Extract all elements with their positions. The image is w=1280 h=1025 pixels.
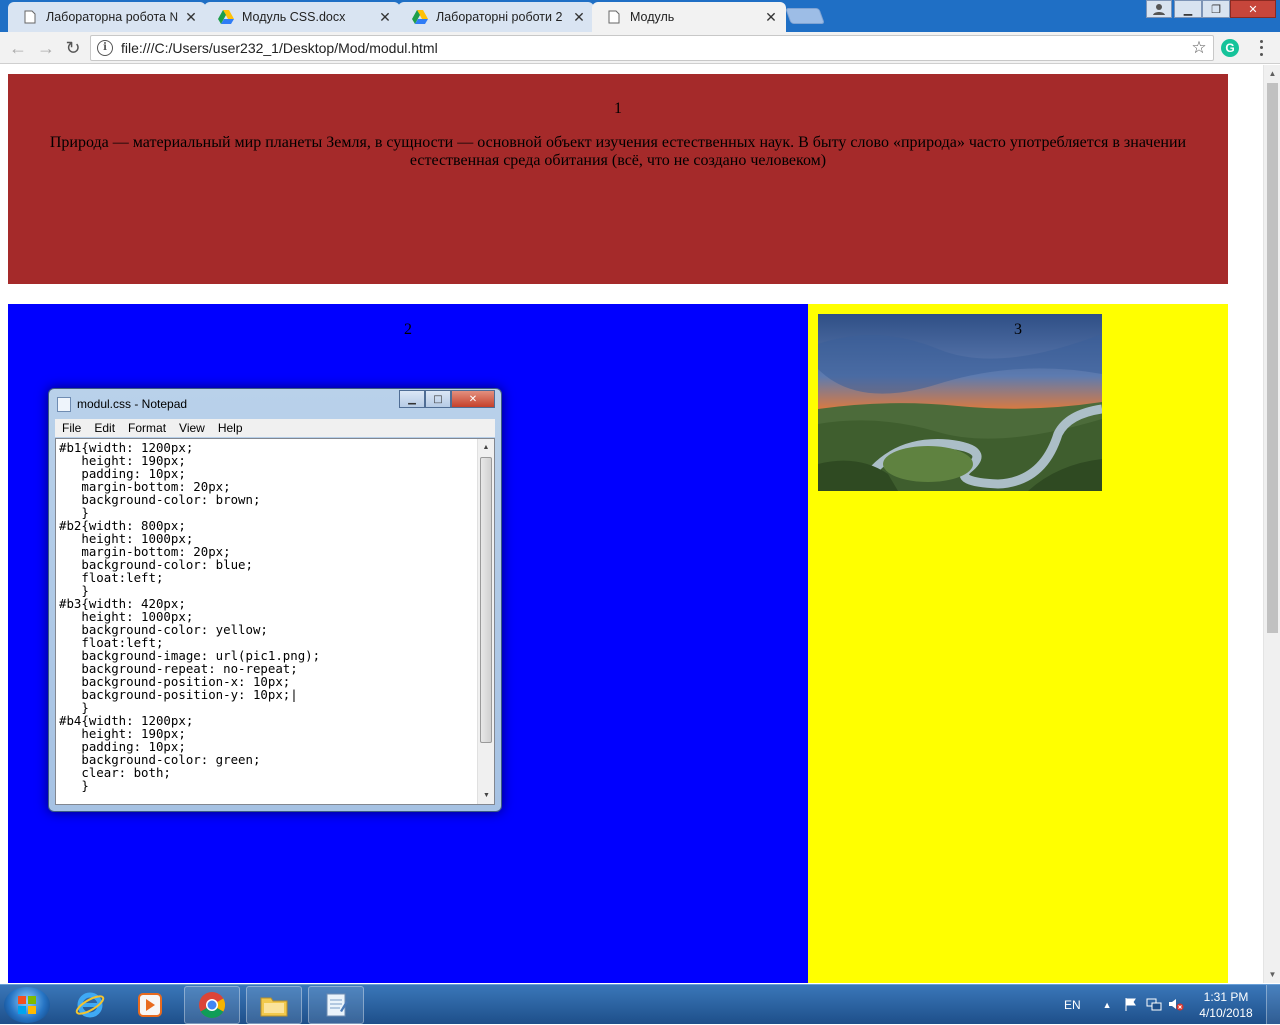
- url-text: file:///C:/Users/user232_1/Desktop/Mod/m…: [121, 40, 438, 56]
- window-controls: ▁ ❐ ✕: [1174, 0, 1276, 18]
- grammarly-extension-icon[interactable]: G: [1221, 39, 1239, 57]
- scroll-thumb[interactable]: [1267, 83, 1278, 633]
- network-icon[interactable]: [1146, 997, 1162, 1014]
- file-explorer-icon[interactable]: [246, 986, 302, 1024]
- scroll-up-arrow[interactable]: ▲: [1264, 65, 1280, 82]
- notepad-window-controls: ▁ □ ✕: [399, 390, 495, 408]
- info-icon[interactable]: i: [97, 40, 113, 56]
- tab-title: Лабораторні роботи 2 с: [436, 10, 566, 24]
- close-button[interactable]: ✕: [451, 390, 495, 408]
- notepad-text-area[interactable]: #b1{width: 1200px; height: 190px; paddin…: [55, 438, 495, 805]
- internet-explorer-icon[interactable]: [62, 986, 118, 1024]
- close-icon[interactable]: ✕: [184, 10, 198, 24]
- start-button[interactable]: [4, 987, 50, 1023]
- notepad-icon[interactable]: [308, 986, 364, 1024]
- clock-time: 1:31 PM: [1203, 990, 1249, 1004]
- clock-date: 4/10/2018: [1199, 1006, 1253, 1020]
- menu-file[interactable]: File: [55, 421, 87, 435]
- maximize-button[interactable]: ❐: [1202, 0, 1230, 18]
- document-icon: [606, 9, 622, 25]
- block-b1: 1 Природа — материальный мир планеты Зем…: [8, 74, 1228, 284]
- menu-format[interactable]: Format: [121, 421, 172, 435]
- tab-lab-works-2[interactable]: Лабораторні роботи 2 с ✕: [398, 2, 594, 32]
- close-icon[interactable]: ✕: [764, 10, 778, 24]
- back-button[interactable]: ←: [8, 38, 28, 58]
- chrome-icon[interactable]: [184, 986, 240, 1024]
- browser-toolbar: ← → ↻ i file:///C:/Users/user232_1/Deskt…: [0, 32, 1280, 64]
- block-number: 1: [614, 100, 622, 117]
- address-bar[interactable]: i file:///C:/Users/user232_1/Desktop/Mod…: [90, 35, 1214, 61]
- css-code-text: #b1{width: 1200px; height: 190px; paddin…: [59, 440, 321, 793]
- tab-title: Модуль CSS.docx: [242, 10, 346, 24]
- tab-module-css-docx[interactable]: Модуль CSS.docx ✕: [204, 2, 400, 32]
- landscape-background-image: [818, 314, 1102, 491]
- minimize-button[interactable]: ▁: [399, 390, 425, 408]
- notepad-scrollbar[interactable]: ▲ ▼: [477, 439, 494, 804]
- new-tab-button[interactable]: [785, 8, 825, 24]
- menu-help[interactable]: Help: [211, 421, 249, 435]
- browser-menu-button[interactable]: [1256, 38, 1266, 58]
- windows-logo-icon: [18, 996, 36, 1014]
- document-icon: [22, 9, 38, 25]
- page-scrollbar[interactable]: ▲ ▼: [1263, 65, 1280, 983]
- close-icon[interactable]: ✕: [378, 10, 392, 24]
- volume-muted-icon[interactable]: [1168, 997, 1184, 1014]
- google-drive-icon: [412, 9, 428, 25]
- taskbar-clock[interactable]: 1:31 PM 4/10/2018: [1196, 989, 1256, 1021]
- maximize-button[interactable]: □: [425, 390, 451, 408]
- notepad-menubar: File Edit Format View Help: [55, 419, 495, 437]
- block-b3: 3: [808, 304, 1228, 983]
- tab-strip: Лабораторна робота № ✕ Модуль CSS.docx ✕…: [0, 0, 1280, 32]
- bookmark-star-icon[interactable]: ☆: [1189, 38, 1209, 58]
- scroll-down-arrow[interactable]: ▼: [478, 787, 495, 804]
- reload-button[interactable]: ↻: [63, 38, 83, 58]
- block-number: 3: [1014, 321, 1022, 338]
- block-number: 2: [404, 321, 412, 338]
- menu-view[interactable]: View: [172, 421, 211, 435]
- google-drive-icon: [218, 9, 234, 25]
- tab-title: Лабораторна робота №: [46, 10, 178, 24]
- notepad-titlebar[interactable]: modul.css - Notepad: [57, 395, 187, 413]
- notepad-title: modul.css - Notepad: [77, 397, 188, 411]
- windows-taskbar: EN ▲ 1:31 PM 4/10/2018: [0, 984, 1280, 1025]
- system-tray: EN ▲: [1064, 985, 1184, 1025]
- profile-button[interactable]: [1146, 0, 1172, 18]
- media-player-icon[interactable]: [122, 986, 178, 1024]
- close-window-button[interactable]: ✕: [1230, 0, 1276, 18]
- action-center-flag-icon[interactable]: [1124, 997, 1138, 1014]
- nature-paragraph: Природа — материальный мир планеты Земля…: [49, 134, 1187, 169]
- scroll-down-arrow[interactable]: ▼: [1264, 966, 1280, 983]
- notepad-app-icon: [57, 396, 71, 412]
- forward-button[interactable]: →: [36, 38, 56, 58]
- show-desktop-button[interactable]: [1266, 985, 1280, 1025]
- scroll-up-arrow[interactable]: ▲: [478, 439, 494, 456]
- close-icon[interactable]: ✕: [572, 10, 586, 24]
- notepad-window[interactable]: modul.css - Notepad ▁ □ ✕ File Edit Form…: [48, 388, 502, 812]
- show-hidden-icons-icon[interactable]: ▲: [1103, 1000, 1112, 1010]
- tab-lab-work[interactable]: Лабораторна робота № ✕: [8, 2, 206, 32]
- menu-edit[interactable]: Edit: [87, 421, 121, 435]
- tab-title: Модуль: [630, 10, 675, 24]
- tab-module[interactable]: Модуль ✕: [592, 2, 786, 32]
- scroll-thumb[interactable]: [480, 457, 492, 743]
- minimize-button[interactable]: ▁: [1174, 0, 1202, 18]
- language-indicator[interactable]: EN: [1064, 998, 1081, 1012]
